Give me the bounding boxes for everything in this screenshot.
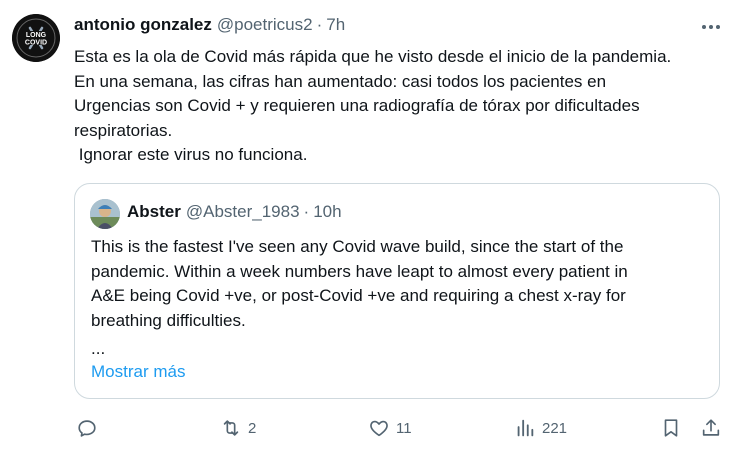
tweet-text: Esta es la ola de Covid más rápida que h… — [74, 47, 672, 164]
views-button[interactable]: 221 — [514, 412, 567, 444]
views-icon — [514, 417, 536, 439]
like-button[interactable]: 11 — [368, 412, 412, 444]
quote-author-handle[interactable]: @Abster_1983 — [186, 202, 300, 222]
quote-time[interactable]: 10h — [313, 202, 341, 222]
quote-meta-separator: · — [303, 202, 310, 221]
bookmark-icon — [660, 417, 682, 439]
tweet-time[interactable]: 7h — [326, 15, 345, 35]
quoted-tweet[interactable]: Abster @Abster_1983 · 10h This is the fa… — [74, 183, 720, 399]
author-handle[interactable]: @poetricus2 — [217, 15, 313, 35]
heart-icon — [368, 417, 390, 439]
quote-author-name[interactable]: Abster — [127, 202, 181, 222]
long-covid-logo: LONG COVID — [12, 14, 60, 62]
avatar-text-bottom: COVID — [25, 40, 47, 47]
share-icon — [700, 417, 722, 439]
retweet-count: 2 — [248, 419, 257, 437]
author-avatar[interactable]: LONG COVID — [12, 14, 60, 62]
avatar-text-top: LONG — [26, 32, 47, 39]
tweet-header: antonio gonzalez @poetricus2 · 7h — [74, 13, 345, 37]
tweet: LONG COVID antonio gonzalez @poetricus2 … — [0, 0, 736, 454]
like-count: 11 — [396, 419, 412, 437]
show-more-link[interactable]: Mostrar más — [91, 362, 185, 382]
reply-icon — [76, 417, 98, 439]
quote-author-avatar[interactable] — [90, 199, 120, 229]
quote-ellipsis: ... — [91, 339, 106, 358]
retweet-icon — [220, 417, 242, 439]
meta-separator: · — [316, 15, 323, 34]
quote-text: This is the fastest I've seen any Covid … — [91, 237, 628, 330]
action-bar: 2 11 221 — [0, 412, 736, 444]
retweet-button[interactable]: 2 — [220, 412, 256, 444]
reply-button[interactable] — [76, 412, 98, 444]
quote-header: Abster @Abster_1983 · 10h — [127, 202, 342, 222]
views-count: 221 — [542, 419, 568, 437]
bookmark-button[interactable] — [660, 412, 682, 444]
share-button[interactable] — [700, 412, 722, 444]
more-horizontal-icon[interactable] — [700, 18, 722, 36]
author-name[interactable]: antonio gonzalez — [74, 15, 212, 35]
